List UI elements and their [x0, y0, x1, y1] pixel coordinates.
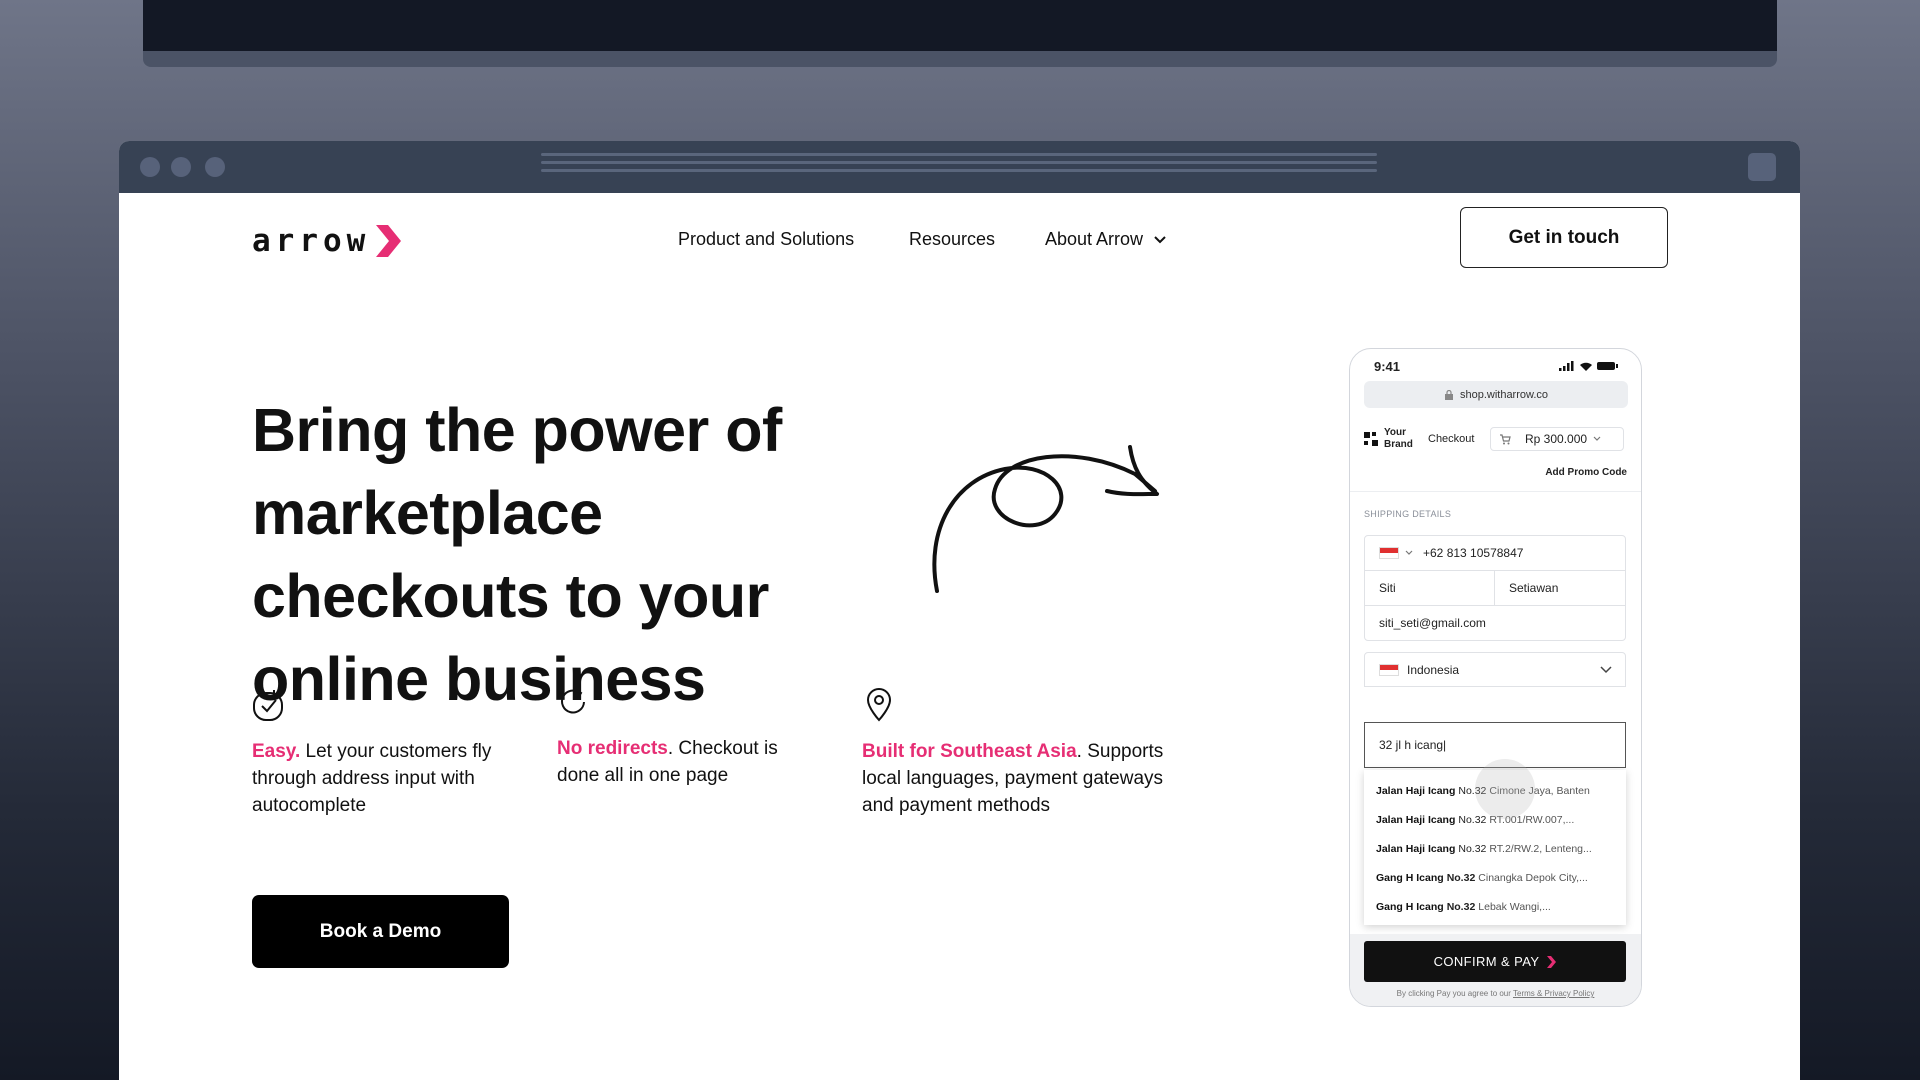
logo-text: arrow — [252, 223, 371, 259]
email-value: siti_seti@gmail.com — [1379, 616, 1486, 630]
cart-price: Rp 300.000 — [1525, 432, 1588, 446]
refresh-icon — [561, 689, 585, 714]
nav-label: Resources — [909, 229, 996, 249]
suggestion-item[interactable]: Jalan Haji Icang No.32 RT.2/RW.2, Lenteng.… — [1364, 834, 1626, 863]
phone-mockup: 9:41 shop.witharrow.co Your Brand Checkou… — [1349, 348, 1642, 1007]
location-pin-icon — [866, 688, 892, 722]
feature-southeast-asia: Built for Southeast Asia. Supports local… — [862, 688, 1172, 819]
tap-indicator — [1475, 759, 1535, 819]
first-name-field[interactable]: Siti — [1364, 570, 1495, 606]
nav-product-solutions[interactable]: Product and Solutions — [678, 229, 854, 250]
lock-icon — [1444, 389, 1453, 400]
hero-line: marketplace — [252, 479, 603, 547]
phone-number-value: +62 813 10578847 — [1423, 546, 1524, 560]
window-close-dot[interactable] — [140, 157, 160, 177]
suggestion-number: No.32 — [1458, 813, 1487, 826]
phone-url-text: shop.witharrow.co — [1459, 388, 1549, 401]
suggestion-number: No.32 — [1446, 900, 1476, 913]
feature-easy: Easy. Let your customers fly through add… — [252, 688, 512, 819]
brand-mark-icon — [1364, 432, 1378, 446]
country-select[interactable]: Indonesia — [1364, 652, 1626, 687]
nav-label: Product and Solutions — [678, 229, 855, 249]
divider — [1350, 491, 1641, 492]
book-demo-button[interactable]: Book a Demo — [252, 895, 509, 968]
feature-highlight: No redirects — [557, 738, 668, 759]
suggestion-item[interactable]: Gang H Icang No.32 Lebak Wangi,... — [1364, 892, 1626, 921]
phone-url-bar[interactable]: shop.witharrow.co — [1364, 381, 1628, 408]
last-name-value: Setiawan — [1509, 581, 1559, 595]
phone-number-field[interactable]: +62 813 10578847 — [1364, 535, 1626, 571]
suggestion-item[interactable]: Gang H Icang No.32 Cinangka Depok City,... — [1364, 863, 1626, 892]
brand-line: Brand — [1384, 439, 1413, 450]
window-minimize-dot[interactable] — [171, 157, 191, 177]
brand-line: Your — [1384, 427, 1407, 438]
arrow-logo[interactable]: arrow — [252, 221, 402, 261]
confirm-pay-button[interactable]: CONFIRM & PAY — [1364, 941, 1626, 982]
address-input-value: 32 jl h icang| — [1379, 738, 1447, 752]
indonesia-flag-icon — [1379, 663, 1399, 676]
cart-price-dropdown[interactable]: Rp 300.000 — [1490, 427, 1624, 451]
check-circle-icon — [253, 690, 283, 721]
suggestion-street: Jalan Haji Icang — [1376, 813, 1456, 826]
first-name-value: Siti — [1379, 581, 1396, 595]
status-bar-icons — [1559, 361, 1618, 371]
suggestion-street: Jalan Haji Icang — [1376, 842, 1456, 855]
chevron-down-icon — [1154, 235, 1166, 243]
phone-time: 9:41 — [1374, 359, 1401, 374]
feature-highlight: Easy. — [252, 741, 301, 762]
logo-chevron-icon — [376, 225, 402, 257]
feature-no-redirects: No redirects. Checkout is done all in on… — [557, 685, 817, 789]
add-promo-code-link[interactable]: Add Promo Code — [1545, 467, 1627, 478]
terms-notice: By clicking Pay you agree to our Terms &… — [1350, 989, 1641, 998]
get-in-touch-button[interactable]: Get in touch — [1460, 207, 1668, 268]
background-window-body — [143, 0, 1777, 51]
indonesia-flag-icon — [1379, 547, 1399, 559]
nav-label: About Arrow — [1045, 229, 1144, 249]
window-maximize-dot[interactable] — [205, 157, 225, 177]
checkout-label: Checkout — [1428, 433, 1475, 445]
email-field[interactable]: siti_seti@gmail.com — [1364, 605, 1626, 641]
suggestion-street: Gang H Icang — [1376, 900, 1444, 913]
nav-about-arrow[interactable]: About Arrow — [1045, 229, 1167, 250]
confirm-pay-label: CONFIRM & PAY — [1433, 954, 1540, 969]
chevron-down-icon — [1405, 550, 1413, 555]
shipping-details-label: SHIPPING DETAILS — [1364, 509, 1452, 519]
hero-heading: Bring the power of marketplace checkouts… — [252, 389, 852, 721]
hero-line: Bring the power of — [252, 396, 782, 464]
browser-toolbar — [119, 141, 1800, 193]
suggestion-area: Lebak Wangi,... — [1478, 900, 1551, 913]
address-bar-placeholder[interactable] — [541, 153, 1377, 181]
suggestion-number: No.32 — [1446, 871, 1476, 884]
chevron-down-icon — [1593, 436, 1601, 441]
nav-resources[interactable]: Resources — [909, 229, 995, 250]
chevron-down-icon — [1600, 665, 1612, 673]
suggestion-number: No.32 — [1458, 842, 1487, 855]
browser-menu-button[interactable] — [1748, 153, 1776, 181]
suggestion-area: RT.2/RW.2, Lenteng... — [1489, 842, 1592, 855]
country-value: Indonesia — [1407, 662, 1460, 677]
background-window — [143, 0, 1777, 67]
suggestion-area: Cinangka Depok City,... — [1478, 871, 1588, 884]
your-brand-logo: Your Brand — [1364, 427, 1413, 451]
terms-link[interactable]: Terms & Privacy Policy — [1513, 989, 1594, 998]
arrow-chevron-icon — [1547, 955, 1557, 968]
suggestion-street: Jalan Haji Icang — [1376, 784, 1456, 797]
feature-highlight: Built for Southeast Asia — [862, 741, 1077, 762]
last-name-field[interactable]: Setiawan — [1494, 570, 1626, 606]
cart-icon — [1500, 434, 1511, 445]
browser-window: arrow Product and Solutions Resources Ab… — [119, 141, 1800, 1080]
terms-prefix: By clicking Pay you agree to our — [1396, 989, 1513, 998]
hero-line: checkouts to your — [252, 562, 769, 630]
suggestion-street: Gang H Icang — [1376, 871, 1444, 884]
curly-arrow-icon — [932, 445, 1159, 593]
